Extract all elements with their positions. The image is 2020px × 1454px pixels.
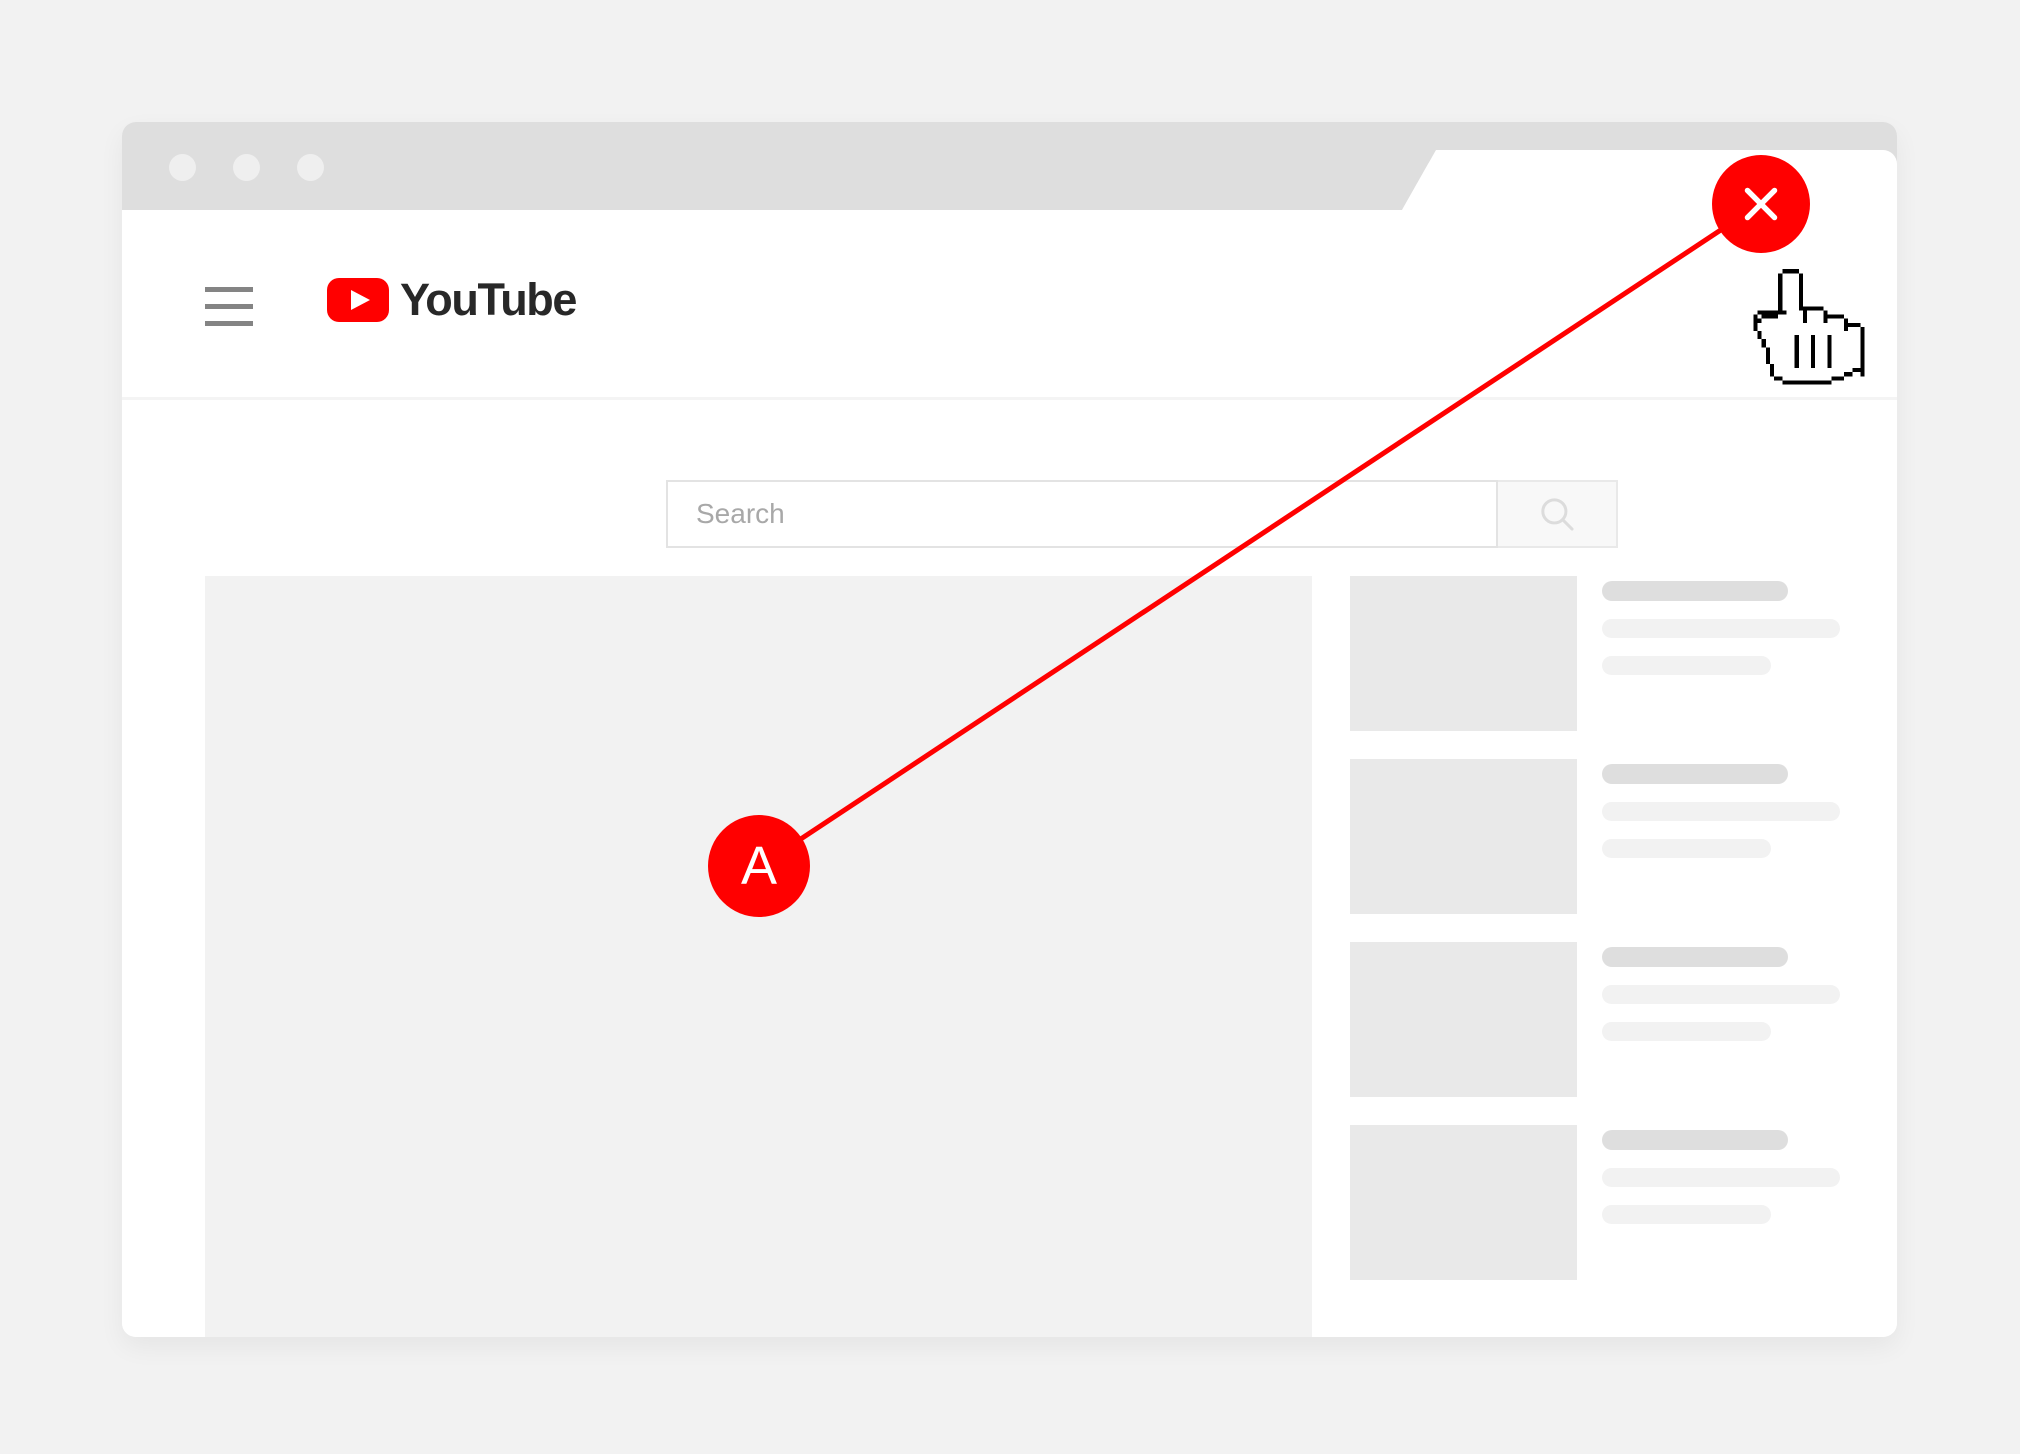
list-item[interactable] (1350, 576, 1840, 731)
list-item[interactable] (1350, 759, 1840, 914)
hamburger-line (205, 304, 253, 309)
search-box[interactable] (666, 480, 1498, 548)
hamburger-icon[interactable] (205, 287, 253, 326)
search-button[interactable] (1498, 480, 1618, 548)
browser-window: YouTube (122, 122, 1897, 1337)
video-title-placeholder (1602, 1130, 1788, 1150)
tab-content-area: YouTube (122, 210, 1897, 1337)
video-thumbnail (1350, 942, 1577, 1097)
search-input[interactable] (668, 482, 1496, 546)
video-meta (1577, 576, 1840, 731)
youtube-header: YouTube (122, 210, 1897, 548)
browser-titlebar (122, 122, 1897, 210)
video-title-placeholder (1602, 764, 1788, 784)
maximize-dot[interactable] (297, 154, 324, 181)
video-subtitle-placeholder (1602, 619, 1840, 638)
video-detail-placeholder (1602, 656, 1771, 675)
list-item[interactable] (1350, 1125, 1840, 1280)
video-player-placeholder[interactable] (205, 576, 1312, 1337)
hamburger-line (205, 287, 253, 292)
video-title-placeholder (1602, 947, 1788, 967)
minimize-dot[interactable] (233, 154, 260, 181)
search-icon (1541, 498, 1574, 531)
video-thumbnail (1350, 576, 1577, 731)
video-subtitle-placeholder (1602, 985, 1840, 1004)
video-detail-placeholder (1602, 1205, 1771, 1224)
hamburger-line (205, 321, 253, 326)
youtube-logo[interactable]: YouTube (327, 274, 577, 325)
close-dot[interactable] (169, 154, 196, 181)
browser-tab[interactable] (1402, 150, 1897, 210)
video-meta (1577, 942, 1840, 1097)
video-thumbnail (1350, 759, 1577, 914)
video-detail-placeholder (1602, 839, 1771, 858)
youtube-logo-text: YouTube (400, 274, 577, 325)
video-subtitle-placeholder (1602, 802, 1840, 821)
related-videos-list (1350, 576, 1840, 1308)
video-title-placeholder (1602, 581, 1788, 601)
list-item[interactable] (1350, 942, 1840, 1097)
video-meta (1577, 759, 1840, 914)
video-subtitle-placeholder (1602, 1168, 1840, 1187)
video-meta (1577, 1125, 1840, 1280)
video-thumbnail (1350, 1125, 1577, 1280)
youtube-play-icon (327, 277, 389, 322)
video-detail-placeholder (1602, 1022, 1771, 1041)
